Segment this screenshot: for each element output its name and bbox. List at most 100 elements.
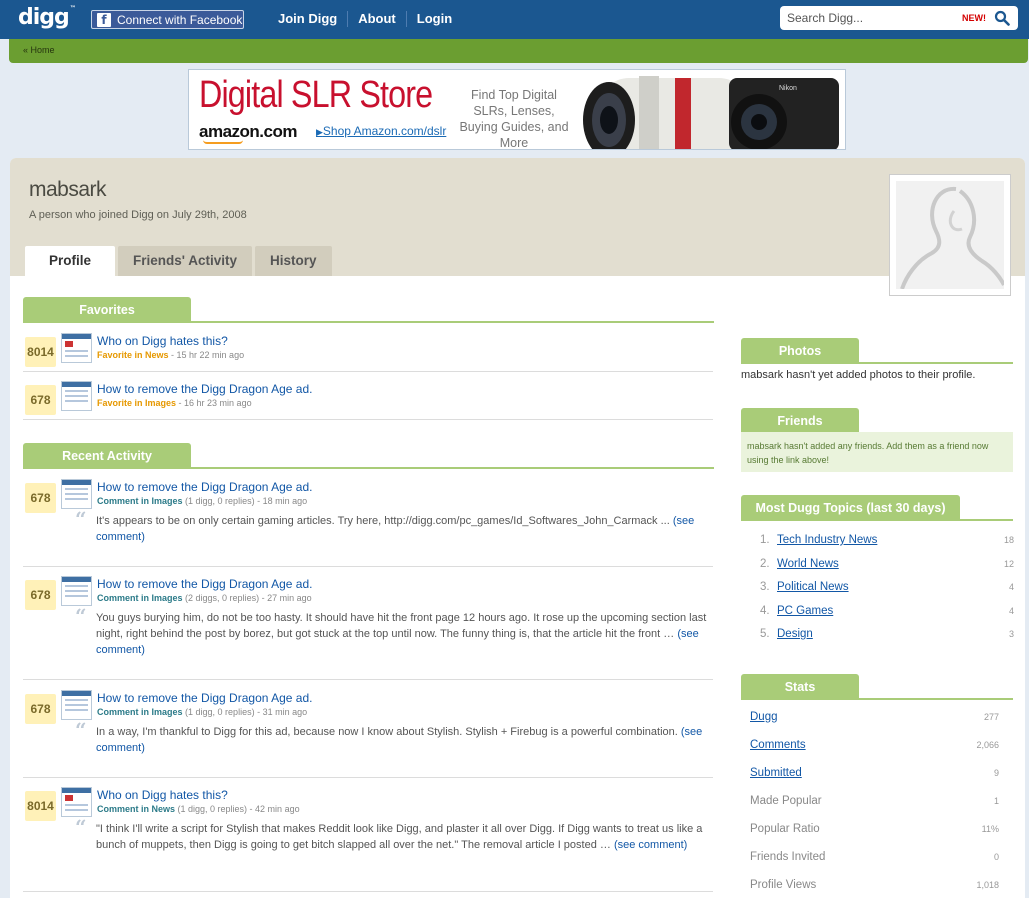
topic-count: 3 [1008,629,1014,639]
story-meta: Favorite in Images - 16 hr 23 min ago [97,398,252,408]
digg-count[interactable]: 678 [25,385,56,415]
comment-quote: “ In a way, I'm thankful to Digg for thi… [75,720,715,756]
stat-value: 1 [993,796,999,806]
stat-value: 0 [993,852,999,862]
divider [23,891,713,892]
main-nav: Join Digg About Login [268,11,462,27]
digg-count[interactable]: 8014 [25,337,56,367]
topic-link[interactable]: World News [777,558,839,570]
story-meta: Comment in Images (1 digg, 0 replies) - … [97,707,308,717]
story-title-link[interactable]: Who on Digg hates this? [97,334,228,348]
story-thumbnail[interactable] [61,576,92,606]
stat-comments-link[interactable]: Comments [750,739,806,751]
story-thumbnail[interactable] [61,787,92,817]
stat-label: Made Popular [750,795,822,807]
topic-link[interactable]: Political News [777,581,849,593]
nav-join-digg[interactable]: Join Digg [268,11,349,27]
comment-quote: “ It's appears to be on only certain gam… [75,509,715,545]
stats-header: Stats [741,674,1013,700]
comment-text: It's appears to be on only certain gamin… [96,515,673,527]
comment-quote: “ "I think I'll write a script for Styli… [75,815,715,853]
divider [23,679,713,680]
tab-profile[interactable]: Profile [25,246,116,276]
ad-tagline: Find Top Digital SLRs, Lenses, Buying Gu… [459,88,569,150]
see-comment-link[interactable]: (see comment) [614,839,687,851]
activity-item: 8014 Who on Digg hates this? Comment in … [23,785,713,890]
photos-heading: Photos [741,338,859,364]
tab-friends-activity[interactable]: Friends' Activity [118,246,253,276]
friends-heading: Friends [741,408,859,434]
story-thumbnail[interactable] [61,479,92,509]
story-meta: Comment in News (1 digg, 0 replies) - 42… [97,804,300,814]
stat-dugg-link[interactable]: Dugg [750,711,778,723]
facebook-connect-label: Connect with Facebook [117,12,243,27]
search-new-badge: NEW! [962,13,986,23]
stat-submitted-link[interactable]: Submitted [750,767,802,779]
activity-item: 678 How to remove the Digg Dragon Age ad… [23,688,713,778]
ad-banner[interactable]: Digital SLR Store amazon.com ▶Shop Amazo… [188,69,846,150]
stat-label: Friends Invited [750,851,826,863]
friends-empty-notice: mabsark hasn't added any friends. Add th… [741,432,1013,472]
topic-link[interactable]: Design [777,628,813,640]
topics-heading: Most Dugg Topics (last 30 days) [741,495,960,521]
breadcrumb-home[interactable]: « Home [23,45,55,55]
camera-brand: Nikon [779,85,797,92]
favorite-item: 8014 Who on Digg hates this? Favorite in… [23,331,713,371]
favorites-header: Favorites [23,297,714,323]
camera-lens-image: Nikon [579,70,845,149]
digg-count[interactable]: 678 [25,694,56,724]
amazon-smile-icon [203,140,243,144]
activity-item: 678 How to remove the Digg Dragon Age ad… [23,574,713,679]
favorites-underline [23,321,714,323]
profile-tabs: Profile Friends' Activity History [25,246,335,276]
profile-panel: mabsark A person who joined Digg on July… [10,158,1025,898]
digg-logo[interactable]: digg™ [18,5,76,30]
story-title-link[interactable]: How to remove the Digg Dragon Age ad. [97,382,312,396]
breadcrumb-bar: « Home [9,39,1028,63]
digg-count[interactable]: 678 [25,580,56,610]
story-title-link[interactable]: How to remove the Digg Dragon Age ad. [97,577,312,591]
stat-label: Profile Views [750,879,817,891]
digg-count[interactable]: 678 [25,483,56,513]
digg-count[interactable]: 8014 [25,791,56,821]
comment-text: In a way, I'm thankful to Digg for this … [96,726,681,738]
recent-activity-header: Recent Activity [23,443,714,469]
amazon-logo: amazon.com [199,122,297,141]
topic-link[interactable]: PC Games [777,605,833,617]
story-thumbnail[interactable] [61,381,92,411]
recent-activity-heading: Recent Activity [23,443,191,469]
story-meta: Comment in Images (1 digg, 0 replies) - … [97,496,308,506]
divider [23,566,713,567]
tab-history[interactable]: History [255,246,332,276]
top-nav-bar: digg™ f Connect with Facebook Join Digg … [0,0,1029,39]
facebook-connect-button[interactable]: f Connect with Facebook [91,10,244,29]
favorites-heading: Favorites [23,297,191,323]
search-input[interactable]: Search Digg... NEW! [780,6,1018,30]
ad-shop-link[interactable]: ▶Shop Amazon.com/dslr [316,124,446,138]
story-title-link[interactable]: How to remove the Digg Dragon Age ad. [97,691,312,705]
topic-link[interactable]: Tech Industry News [777,534,877,546]
stat-value: 11% [981,824,999,834]
recent-activity-underline [23,467,714,469]
quote-icon: “ [75,604,87,628]
stat-value: 2,066 [976,740,999,750]
stat-value: 277 [983,712,999,722]
photos-underline [741,362,1013,364]
story-title-link[interactable]: Who on Digg hates this? [97,788,228,802]
comment-text: "I think I'll write a script for Stylish… [96,823,703,851]
ad-title: Digital SLR Store [199,74,433,116]
favorite-item: 678 How to remove the Digg Dragon Age ad… [23,379,713,419]
story-thumbnail[interactable] [61,690,92,720]
stat-value: 9 [993,768,999,778]
story-title-link[interactable]: How to remove the Digg Dragon Age ad. [97,480,312,494]
divider [23,777,713,778]
quote-icon: “ [75,815,87,839]
topic-count: 12 [1003,559,1014,569]
story-meta: Favorite in News - 15 hr 22 min ago [97,350,245,360]
nav-about[interactable]: About [348,11,407,27]
story-thumbnail[interactable] [61,333,92,363]
search-placeholder: Search Digg... [787,11,864,25]
divider [23,419,713,420]
search-icon[interactable] [994,10,1010,26]
nav-login[interactable]: Login [407,11,462,27]
